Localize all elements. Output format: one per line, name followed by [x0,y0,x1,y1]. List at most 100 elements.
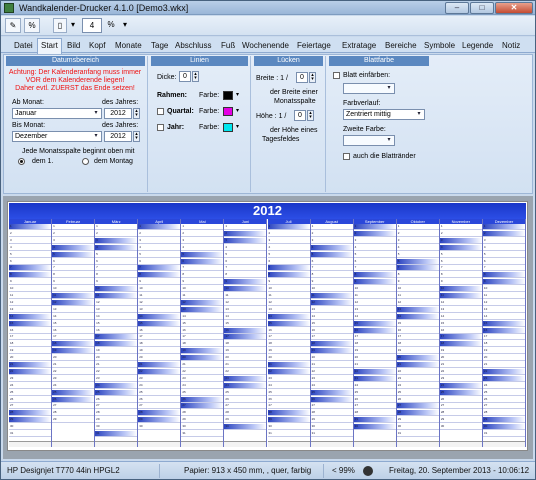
day-cell: 5 [138,252,181,258]
day-cell: 3 [353,238,396,244]
day-cell: 26 [439,397,482,403]
breite-spinner[interactable]: ▴ ▾ [309,72,316,83]
day-cell: 30 [267,424,310,431]
tab-feiertage[interactable]: Feiertage [294,39,334,53]
ab-monat-label: Ab Monat: [12,99,44,106]
zweite-farbe-select[interactable]: ▾ [343,135,395,146]
page-icon[interactable]: ▯ [53,18,67,33]
day-cell: 14 [439,314,482,320]
quartal-checkbox[interactable] [157,108,164,115]
tab-extratage[interactable]: Extratage [339,39,379,53]
ab-monat-select[interactable]: Januar ▾ [12,108,102,119]
minimize-button[interactable]: – [445,2,469,14]
day-cell: 23 [482,375,525,382]
radio-dem-montag[interactable] [82,158,89,165]
quartal-color-swatch[interactable] [223,107,233,116]
dicke-input[interactable]: 0 [179,71,191,82]
tab-monate[interactable]: Monate [112,39,145,53]
quick-toolbar: ✎ % ▯ ▾ 4 % ▾ [1,16,535,36]
day-cell: 4 [396,245,439,251]
close-button[interactable]: ✕ [495,2,533,14]
month-column: September 1 2 3 4 5 6 7 8 9 10 11 12 13 14 15 16 17 18 19 20… [353,219,397,447]
warning-line-3: Daher evtl. ZUERST das Ende setzen! [15,85,135,92]
ab-jahr-input[interactable]: 2012 [104,108,132,119]
blattraender-checkbox[interactable] [343,153,350,160]
rahmen-color-swatch[interactable] [223,91,233,100]
edit-icon[interactable]: ✎ [5,18,21,33]
page-dropdown-icon[interactable]: ▾ [68,18,78,33]
farbverlauf-select[interactable]: Zentriert mittig ▾ [343,109,425,120]
day-cell: 14 [224,314,267,320]
ab-jahr-spinner[interactable]: ▴ ▾ [133,108,140,119]
day-cell: 19 [224,348,267,355]
blatt-checkbox[interactable] [333,72,340,79]
tab-start[interactable]: Start [37,38,62,54]
toolbar-dropdown-icon[interactable]: ▾ [120,18,130,33]
group-datumsbereich: Datumsbereich Achtung: Der Kalenderanfan… [4,56,148,192]
tab-symbole[interactable]: Symbole [421,39,458,53]
tab-notiz[interactable]: Notiz [499,39,523,53]
day-cell: 17 [9,334,52,341]
day-cell: 4 [52,244,95,251]
day-cell: 4 [95,244,138,251]
month-column: Februar 1 2 3 4 5 6 7 8 9 10 11 12 13 14 15 16 17 18 19 20 21… [52,219,96,447]
tab-bereiche[interactable]: Bereiche [382,39,420,53]
globe-icon[interactable] [363,466,373,476]
day-cell: 26 [353,397,396,403]
day-cell: 3 [310,238,353,244]
chevron-down-icon[interactable]: ▾ [236,107,242,116]
day-cell: 10 [138,286,181,293]
radio-dem-1[interactable] [18,158,25,165]
tab-tage[interactable]: Tage [148,39,171,53]
day-cell: 18 [353,341,396,348]
day-cell: 18 [396,341,439,348]
day-cell: 31 [396,431,439,437]
chevron-down-icon[interactable]: ▾ [236,91,242,100]
day-cell: 13 [181,306,224,313]
blatt-color-select[interactable]: ▾ [343,83,395,94]
day-cell: 17 [267,334,310,341]
day-cell: 28 [181,410,224,417]
tab-wochenende[interactable]: Wochenende [239,39,292,53]
day-cell: 10 [9,286,52,293]
tab-datei[interactable]: Datei [11,39,36,53]
jahr-checkbox[interactable] [157,124,164,131]
tab-legende[interactable]: Legende [459,39,496,53]
jahr-color-swatch[interactable] [223,123,233,132]
percent-tool-icon[interactable]: % [24,18,40,33]
day-cell: 4 [181,245,224,251]
day-cell: 7 [52,265,95,272]
day-cell: 29 [181,417,224,424]
bis-monat-select[interactable]: Dezember ▾ [12,131,102,142]
day-cell: 8 [310,272,353,279]
day-cell: 28 [9,410,52,417]
day-cell: 6 [95,259,138,265]
breite-input[interactable]: 0 [296,72,308,83]
tab-kopf[interactable]: Kopf [86,39,108,53]
tab-fuss[interactable]: Fuß [218,39,238,53]
day-cell: 9 [9,279,52,286]
day-cell: 23 [95,376,138,382]
zoom-input[interactable]: 4 [82,18,102,33]
day-cell: 1 [310,224,353,230]
day-cell: 24 [396,383,439,389]
day-cell: 16 [9,328,52,334]
bis-jahr-spinner[interactable]: ▴ ▾ [133,131,140,142]
dicke-spinner[interactable]: ▴ ▾ [192,71,199,82]
day-cell: 9 [52,279,95,286]
maximize-button[interactable]: □ [470,2,494,14]
day-cell: 23 [353,375,396,382]
month-columns: Januar 1 2 3 4 5 6 7 8 9 10 11 12 13 14 15 16 17 18 19 20 21 2… [9,219,526,447]
day-cell: 20 [52,355,95,362]
chevron-down-icon[interactable]: ▾ [236,123,242,132]
tab-abschluss[interactable]: Abschluss [172,39,214,53]
day-cell: 8 [138,272,181,279]
bis-jahr-input[interactable]: 2012 [104,131,132,142]
group-linien: Linien Dicke: 0 ▴ ▾ Rahmen: Farbe: ▾ Quar… [149,56,251,192]
day-cell: 13 [310,307,353,313]
day-cell: 20 [181,355,224,362]
tab-bild[interactable]: Bild [64,39,83,53]
hoehe-input[interactable]: 0 [294,110,306,121]
hoehe-spinner[interactable]: ▴ ▾ [307,110,314,121]
day-cell: 2 [267,231,310,237]
